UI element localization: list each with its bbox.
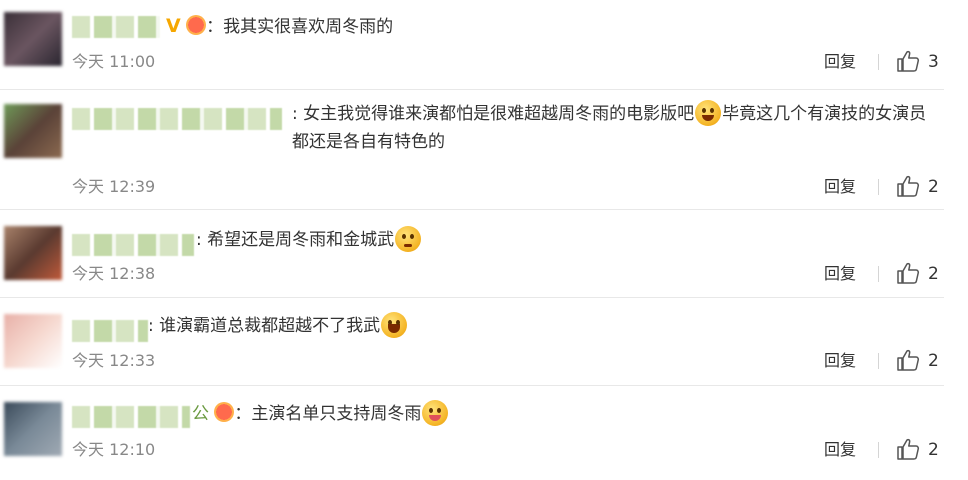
like-icon[interactable] — [896, 262, 920, 284]
divider — [878, 54, 879, 70]
avatar[interactable] — [4, 12, 62, 66]
emoji-grin-icon — [381, 312, 408, 338]
username-blurred[interactable] — [72, 16, 160, 38]
comment-2: : 女主我觉得谁来演都怕是很难超越周冬雨的电影版吧 毕竟这几个有演技的女演员都还是… — [0, 90, 968, 210]
like-count: 2 — [928, 351, 939, 371]
like-icon[interactable] — [896, 438, 920, 460]
comment-text-line: : 希望还是周冬雨和金城武 — [196, 226, 422, 254]
colon: : — [196, 230, 202, 250]
avatar[interactable] — [4, 226, 62, 280]
emoji-pleading-icon — [395, 226, 422, 252]
divider — [878, 353, 879, 369]
divider — [878, 266, 879, 282]
comment-time: 今天 12:10 — [72, 440, 156, 459]
comment-text-line: 公 ：主演名单只支持周冬雨 — [192, 400, 449, 428]
avatar[interactable] — [4, 402, 62, 456]
username-blurred[interactable] — [72, 108, 282, 130]
emoji-yum-icon — [422, 400, 449, 426]
avatar[interactable] — [4, 314, 62, 368]
comment-5: 公 ：主演名单只支持周冬雨 今天 12:10 回复 2 — [0, 386, 968, 480]
like-count: 2 — [928, 440, 939, 460]
reply-button[interactable]: 回复 — [824, 439, 856, 461]
fan-heart-badge-icon — [186, 15, 207, 35]
reply-button[interactable]: 回复 — [824, 350, 856, 372]
like-icon[interactable] — [896, 50, 920, 72]
comment-text-part1: 女主我觉得谁来演都怕是很难超越周冬雨的电影版吧 — [303, 104, 695, 124]
reply-button[interactable]: 回复 — [824, 51, 856, 73]
comment-text-line: V ：我其实很喜欢周冬雨的 — [166, 12, 393, 41]
comment-3: : 希望还是周冬雨和金城武 今天 12:38 回复 2 — [0, 210, 968, 298]
comment-text-block: : 女主我觉得谁来演都怕是很难超越周冬雨的电影版吧 毕竟这几个有演技的女演员都还是… — [292, 100, 942, 156]
like-icon[interactable] — [896, 349, 920, 371]
fan-heart-badge-icon — [214, 402, 235, 422]
colon: ： — [234, 404, 252, 424]
comment-time: 今天 11:00 — [72, 52, 156, 71]
comment-time: 今天 12:33 — [72, 351, 156, 370]
username-blurred[interactable] — [72, 234, 194, 256]
emoji-laugh-tears-icon — [695, 100, 722, 126]
comment-text: 我其实很喜欢周冬雨的 — [223, 17, 394, 37]
colon: : — [292, 104, 298, 124]
like-icon[interactable] — [896, 175, 920, 197]
comment-1: V ：我其实很喜欢周冬雨的 今天 11:00 回复 3 — [0, 0, 968, 90]
like-count: 2 — [928, 177, 939, 197]
reply-button[interactable]: 回复 — [824, 176, 856, 198]
comment-time: 今天 12:38 — [72, 264, 156, 283]
verified-v-badge-icon: V — [166, 15, 181, 37]
colon: ： — [206, 17, 224, 37]
avatar[interactable] — [4, 104, 62, 158]
comment-text: 谁演霸道总裁都超越不了我武 — [159, 316, 381, 336]
comment-text-line: : 谁演霸道总裁都超越不了我武 — [148, 312, 408, 340]
like-count: 2 — [928, 264, 939, 284]
username-blurred[interactable] — [72, 320, 148, 342]
divider — [878, 179, 879, 195]
reply-button[interactable]: 回复 — [824, 263, 856, 285]
colon: : — [148, 316, 154, 336]
comment-time: 今天 12:39 — [72, 177, 156, 196]
comment-text: 希望还是周冬雨和金城武 — [207, 230, 395, 250]
username-blurred[interactable] — [72, 406, 190, 428]
divider — [878, 442, 879, 458]
comment-4: : 谁演霸道总裁都超越不了我武 今天 12:33 回复 2 — [0, 298, 968, 386]
comment-text: 主演名单只支持周冬雨 — [251, 404, 422, 424]
username-suffix[interactable]: 公 — [192, 404, 209, 424]
like-count: 3 — [928, 52, 939, 72]
